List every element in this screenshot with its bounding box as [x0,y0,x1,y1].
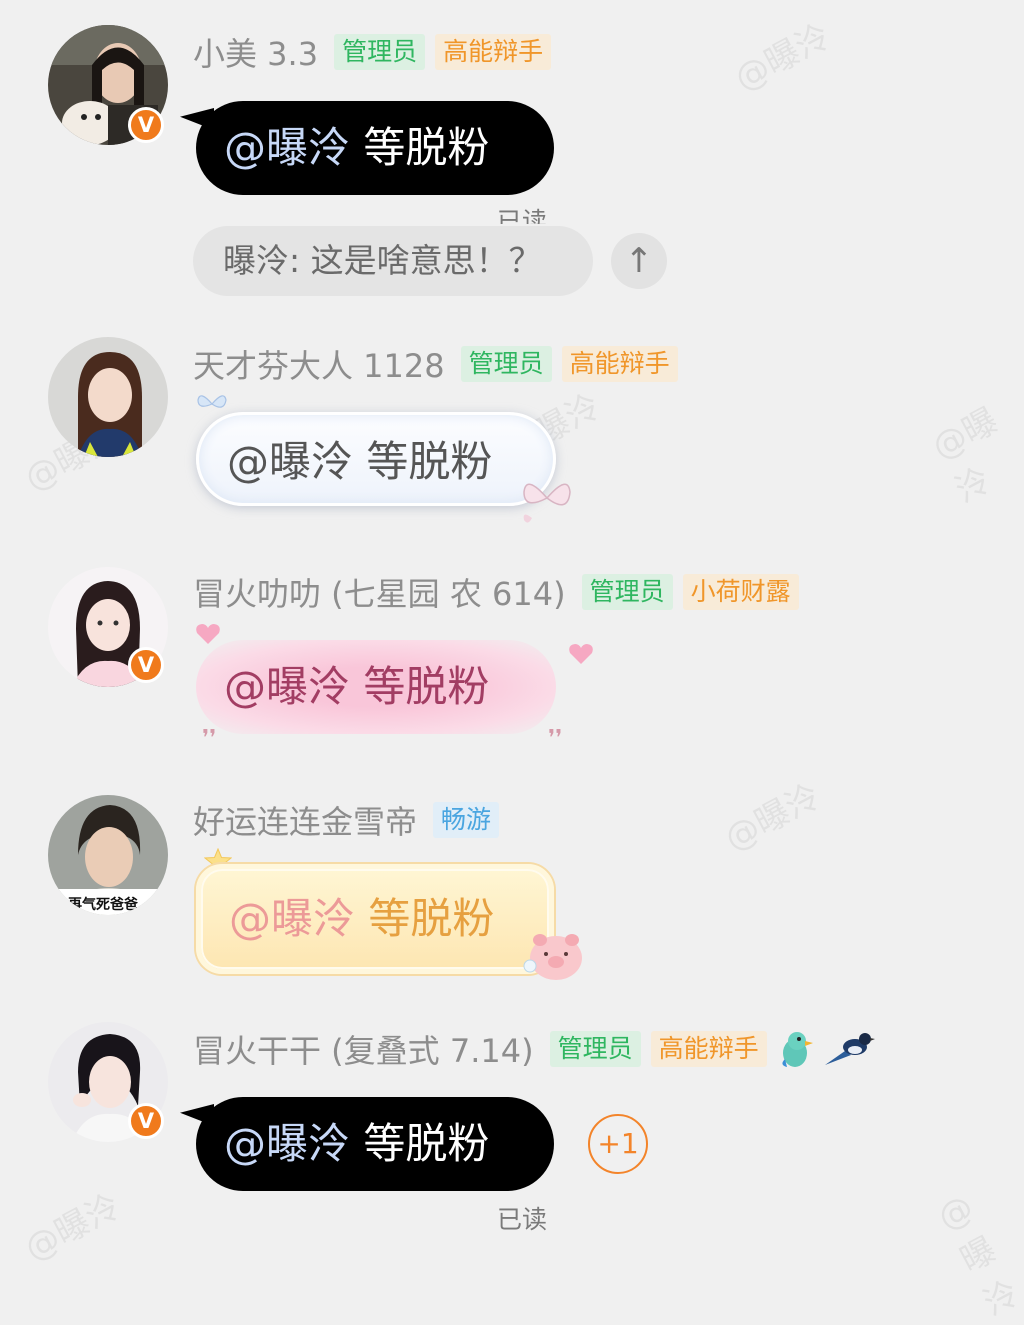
verified-badge-icon: V [128,647,164,683]
username[interactable]: 冒火叻叻 (七星园 农 614) [193,569,566,615]
sender-info: 冒火干干 (复叠式 7.14) 管理员 高能辩手 [193,1027,875,1071]
message-text: 等脱粉 [366,437,493,486]
message-bubble[interactable]: @曝泠 等脱粉 [196,412,556,506]
honor-tag: 高能辩手 [561,346,678,382]
message-bubble[interactable]: @曝泠 等脱粉 [196,640,556,734]
message-bubble[interactable]: @曝泠 等脱粉 [196,1097,554,1191]
honor-tag: 高能辩手 [435,34,552,70]
watermark: @曝泠 [931,1187,1024,1325]
butterfly-icon [523,483,571,523]
avatar[interactable] [48,337,168,457]
verified-badge-icon: V [128,107,164,143]
honor-tag: 高能辩手 [650,1031,767,1067]
sender-info: 冒火叻叻 (七星园 农 614) 管理员 小荷财露 [193,570,799,614]
avatar-caption: 再气死爸爸 [68,897,138,913]
username[interactable]: 好运连连金雪帝 [193,797,417,843]
admin-tag: 管理员 [581,574,673,610]
mention[interactable]: @曝泠 [227,437,353,486]
heart-icon [569,644,593,664]
magpie-icon [824,1033,875,1065]
message-bubble[interactable]: @曝泠 等脱粉 [196,101,554,195]
admin-tag: 管理员 [460,346,552,382]
read-status: 已读 [497,207,548,224]
username[interactable]: 冒火干干 (复叠式 7.14) [193,1026,534,1072]
plus-one-reaction-button[interactable]: +1 [588,1114,648,1174]
username[interactable]: 天才芬大人 1128 [193,341,445,387]
message-bubble[interactable]: @曝泠 等脱粉 [196,864,554,974]
username[interactable]: 小美 3.3 [193,29,318,75]
pig-sticker-icon [523,934,582,980]
avatar[interactable]: 再气死爸爸 [48,795,168,915]
watermark: @曝泠 [728,15,838,100]
heart-icon [196,624,220,644]
read-status: 已读 [497,1205,548,1234]
member-tag: 畅游 [433,802,500,838]
message-text: 等脱粉 [368,894,495,943]
mention[interactable]: @曝泠 [224,123,350,172]
watermark: @曝泠 [718,775,828,860]
mention[interactable]: @曝泠 [229,894,355,943]
green-bird-icon [782,1032,813,1067]
sender-info: 小美 3.3 管理员 高能辩手 [193,29,552,75]
message-text: 等脱粉 [363,662,490,711]
watermark: @曝泠 [925,400,1005,512]
recall-notice[interactable]: 曝泠: 这是啥意思！？ [193,226,593,296]
butterfly-icon [197,395,227,408]
quote-mark-icon: ❜❜ [202,726,217,751]
scroll-top-icon[interactable]: ↑ [611,233,667,289]
message-text: 等脱粉 [363,123,490,172]
message-text: 等脱粉 [363,1119,490,1168]
honor-tag: 小荷财露 [682,574,799,610]
sender-info: 天才芬大人 1128 管理员 高能辩手 [193,342,678,386]
quote-mark-icon: ❜❜ [548,726,563,751]
mention[interactable]: @曝泠 [224,662,350,711]
watermark: @曝泠 [18,1185,128,1270]
admin-tag: 管理员 [549,1031,641,1067]
admin-tag: 管理员 [334,34,426,70]
verified-badge-icon: V [128,1103,164,1139]
sender-info: 好运连连金雪帝 畅游 [193,797,500,843]
mention[interactable]: @曝泠 [224,1119,350,1168]
